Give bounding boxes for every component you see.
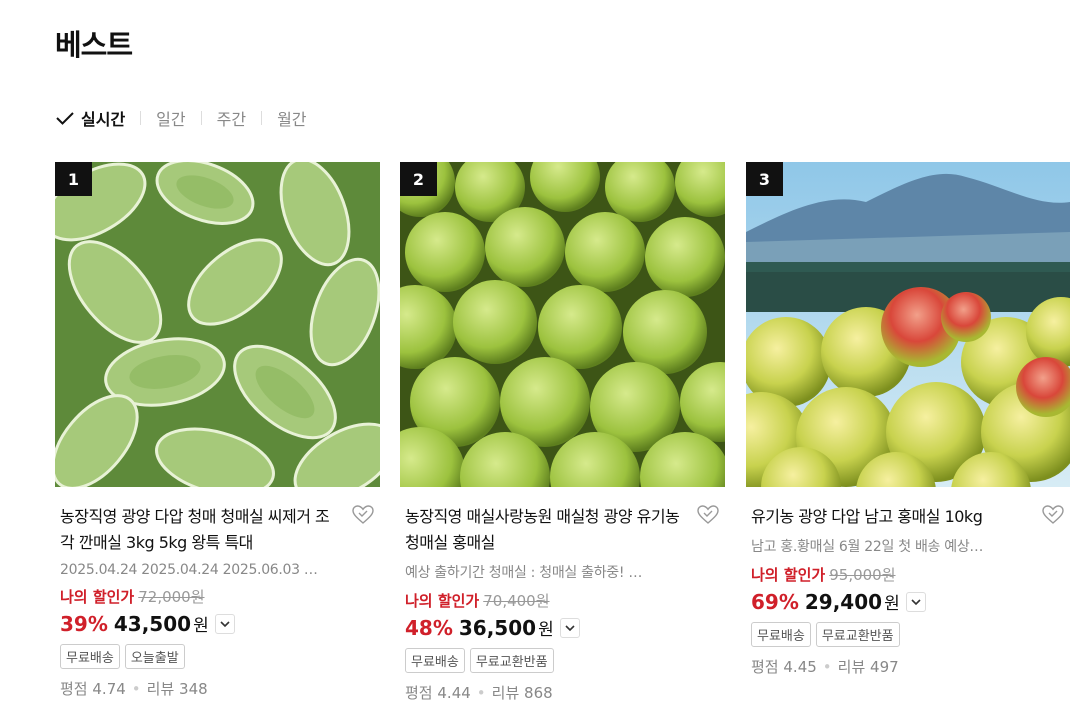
period-tabs: 실시간 일간 주간 월간 — [55, 106, 307, 130]
page-title: 베스트 — [55, 28, 133, 62]
review-count: 497 — [870, 657, 899, 676]
rating-label: 평점 — [751, 658, 779, 676]
tab-divider — [200, 111, 202, 125]
stats-dot: • — [822, 657, 832, 676]
product-card[interactable]: 3 유기농 광양 다압 남고 홍매실 10kg 남고 홍.황매실 6월 22일 … — [746, 162, 1070, 677]
tab-label: 일간 — [156, 110, 186, 129]
price-detail-toggle[interactable] — [905, 591, 926, 612]
tab-divider — [140, 111, 142, 125]
my-discount-label: 나의 할인가 — [405, 592, 480, 610]
tab-label: 실시간 — [81, 110, 126, 129]
chevron-down-icon — [911, 598, 921, 605]
discount-rate: 69% — [751, 589, 799, 614]
product-card[interactable]: 1 농장직영 광양 다압 청매 청매실 씨제거 조각 깐매실 3kg 5kg 왕… — [55, 162, 380, 699]
stats-dot: • — [476, 683, 486, 702]
stats-dot: • — [131, 679, 141, 698]
original-price: 72,000원 — [138, 588, 205, 606]
wishlist-heart-icon[interactable] — [696, 503, 720, 527]
wishlist-heart-icon[interactable] — [351, 503, 375, 527]
product-image[interactable]: 3 — [746, 162, 1070, 487]
tab-divider — [261, 111, 263, 125]
price-detail-toggle[interactable] — [214, 613, 235, 634]
price-detail-toggle[interactable] — [559, 617, 580, 638]
badge-today-dispatch: 오늘출발 — [124, 644, 185, 669]
my-discount-label: 나의 할인가 — [60, 588, 135, 606]
review-label: 리뷰 — [146, 680, 175, 698]
rating-value: 4.45 — [783, 657, 817, 676]
rank-badge: 2 — [400, 162, 437, 196]
sale-price: 36,500 — [458, 615, 537, 640]
tab-monthly[interactable]: 월간 — [277, 106, 306, 130]
rank-badge: 1 — [55, 162, 92, 196]
sale-price: 29,400 — [804, 589, 883, 614]
discount-rate: 48% — [405, 615, 453, 640]
badge-free-shipping: 무료배송 — [751, 622, 811, 647]
rating-value: 4.74 — [92, 679, 126, 698]
product-name[interactable]: 농장직영 매실사랑농원 매실청 광양 유기농 청매실 홍매실 — [405, 504, 680, 556]
currency-unit: 원 — [193, 616, 209, 636]
original-price: 95,000원 — [829, 566, 896, 584]
original-price: 70,400원 — [483, 592, 550, 610]
badge-free-returns: 무료교환반품 — [815, 622, 900, 647]
product-card[interactable]: 2 농장직영 매실사랑농원 매실청 광양 유기농 청매실 홍매실 예상 출하기간… — [400, 162, 725, 703]
currency-unit: 원 — [884, 594, 900, 614]
rating-value: 4.44 — [437, 683, 471, 702]
my-discount-label: 나의 할인가 — [751, 566, 826, 584]
tab-label: 주간 — [216, 110, 247, 129]
badge-free-returns: 무료교환반품 — [469, 648, 554, 673]
product-name[interactable]: 농장직영 광양 다압 청매 청매실 씨제거 조각 깐매실 3kg 5kg 왕특 … — [60, 504, 335, 556]
sale-price: 43,500 — [113, 611, 192, 636]
tab-weekly[interactable]: 주간 — [217, 106, 246, 130]
check-icon — [56, 112, 74, 125]
tab-daily[interactable]: 일간 — [156, 106, 185, 130]
product-image[interactable]: 1 — [55, 162, 380, 487]
badge-free-shipping: 무료배송 — [60, 644, 120, 669]
rating-label: 평점 — [60, 680, 88, 698]
currency-unit: 원 — [538, 620, 554, 640]
review-count: 348 — [179, 679, 208, 698]
product-description: 예상 출하기간 청매실 : 청매실 출하중! … — [405, 565, 643, 581]
review-label: 리뷰 — [837, 658, 866, 676]
badge-free-shipping: 무료배송 — [405, 648, 465, 673]
chevron-down-icon — [220, 620, 230, 627]
chevron-down-icon — [565, 624, 575, 631]
tab-label: 월간 — [277, 110, 307, 129]
product-name[interactable]: 유기농 광양 다압 남고 홍매실 10kg — [751, 504, 1026, 530]
tab-realtime[interactable]: 실시간 — [55, 106, 125, 130]
rank-badge: 3 — [746, 162, 783, 196]
product-image[interactable]: 2 — [400, 162, 725, 487]
product-description: 2025.04.24 2025.04.24 2025.06.03 … — [60, 562, 318, 578]
review-count: 868 — [524, 683, 553, 702]
review-label: 리뷰 — [491, 684, 520, 702]
product-description: 남고 홍.황매실 6월 22일 첫 배송 예상… — [751, 539, 984, 555]
wishlist-heart-icon[interactable] — [1041, 503, 1065, 527]
discount-rate: 39% — [60, 611, 108, 636]
rating-label: 평점 — [405, 684, 433, 702]
